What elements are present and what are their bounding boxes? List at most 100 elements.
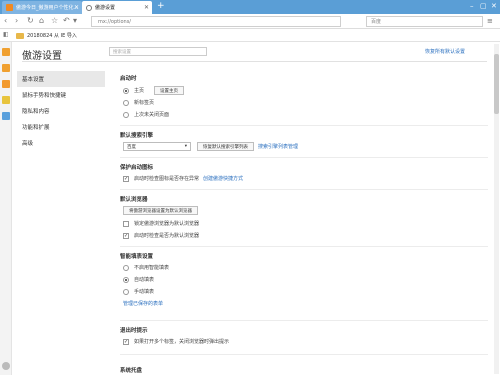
- section-title-startup: 启动时: [120, 76, 137, 82]
- header-divider: [22, 61, 487, 62]
- checkbox-label: 如果打开多个标签，关闭浏览器时弹出提示: [134, 339, 230, 345]
- section-divider: [120, 246, 488, 247]
- nav-item-features[interactable]: 功能和扩展: [17, 119, 105, 135]
- set-default-row: 将傲游浏览器设置为默认浏览器: [123, 206, 198, 215]
- section-divider: [120, 125, 488, 126]
- radio-button[interactable]: [123, 111, 129, 118]
- tab-maxthon-today[interactable]: 傲游今日_傲游用户个性化... ✕: [2, 1, 82, 14]
- back-icon[interactable]: ‹: [4, 17, 7, 25]
- scroll-thumb[interactable]: [494, 54, 499, 114]
- nav-item-privacy[interactable]: 隐私和内容: [17, 103, 105, 119]
- close-icon[interactable]: ✕: [144, 4, 149, 11]
- address-bar[interactable]: mx://options/: [91, 16, 341, 27]
- radio-label: 自动填表: [134, 277, 155, 283]
- radio-label: 手动填表: [134, 289, 155, 295]
- tab-title: 傲游设置: [95, 5, 116, 11]
- download-icon[interactable]: [2, 96, 10, 104]
- checkbox-label: 启动时检查是否为默认浏览器: [134, 233, 200, 239]
- section-divider: [120, 157, 488, 158]
- checkbox-checked[interactable]: ✓: [123, 232, 129, 239]
- chevron-down-icon: ▾: [184, 144, 187, 149]
- maximize-icon[interactable]: ▢: [480, 2, 487, 10]
- page-title: 傲游设置: [22, 51, 62, 62]
- check-icon-row[interactable]: ✓ 启动时检查图标是否存在异常 创建傲游快捷方式: [123, 175, 243, 182]
- navigation-bar: ‹ › ↻ ⌂ ☆ ↶ ▾ mx://options/ 百度 ≡: [0, 14, 500, 29]
- radio-new-tab[interactable]: 新标签页: [123, 99, 154, 106]
- maxthon-icon: [6, 4, 13, 11]
- restore-search-engines-button[interactable]: 恢复默认搜索引擎列表: [197, 142, 254, 151]
- section-title-default-browser: 默认浏览器: [120, 197, 148, 203]
- tab-strip: 傲游今日_傲游用户个性化... ✕ 傲游设置 ✕ + – ▢ ✕: [0, 0, 500, 14]
- checkbox[interactable]: [123, 220, 129, 227]
- lock-default-row[interactable]: 锁定傲游浏览器为默认浏览器: [123, 220, 199, 227]
- exit-prompt-row[interactable]: ✓ 如果打开多个标签，关闭浏览器时弹出提示: [123, 338, 229, 345]
- radio-label: 不启用智能填表: [134, 265, 170, 271]
- settings-nav: 基本设置 鼠标手势和快捷键 隐私和内容 功能和扩展 高级: [17, 71, 105, 151]
- section-title-search-engine: 默认搜索引擎: [120, 133, 154, 139]
- nav-item-basic[interactable]: 基本设置: [17, 71, 105, 87]
- radio-button[interactable]: [123, 264, 129, 271]
- favorite-icon[interactable]: ☆: [51, 17, 58, 25]
- settings-search-placeholder: 搜索设置: [113, 49, 131, 55]
- restore-defaults-link[interactable]: 恢复所有默认设置: [425, 48, 465, 55]
- set-home-button[interactable]: 设置主页: [154, 86, 185, 95]
- scrollbar[interactable]: [494, 44, 499, 374]
- folder-icon: [16, 32, 24, 39]
- manage-search-engines-link[interactable]: 搜索引擎列表管理: [258, 143, 298, 150]
- new-tab-button[interactable]: +: [157, 2, 165, 11]
- create-shortcut-link[interactable]: 创建傲游快捷方式: [203, 175, 243, 182]
- radio-form-manual[interactable]: 手动填表: [123, 288, 154, 295]
- manage-forms-link[interactable]: 管理已保存的表单: [123, 300, 163, 307]
- radio-form-auto[interactable]: 自动填表: [123, 276, 154, 283]
- radio-button[interactable]: [123, 276, 129, 283]
- refresh-icon[interactable]: ↻: [27, 17, 34, 25]
- menu-icon[interactable]: ≡: [487, 17, 493, 25]
- section-title-tray: 系统托盘: [120, 368, 143, 374]
- manage-forms-row: 管理已保存的表单: [123, 300, 163, 307]
- app-icon[interactable]: [2, 112, 10, 120]
- checkbox-label: 锁定傲游浏览器为默认浏览器: [134, 221, 200, 227]
- tab-title: 傲游今日_傲游用户个性化...: [16, 5, 79, 11]
- search-engine-select[interactable]: 百度 ▾: [123, 142, 191, 151]
- radio-homepage[interactable]: 主页 设置主页: [123, 86, 185, 95]
- settings-icon[interactable]: [2, 362, 10, 370]
- favorites-icon[interactable]: [2, 48, 10, 56]
- rss-icon[interactable]: [2, 80, 10, 88]
- radio-label: 主页: [134, 88, 145, 94]
- search-input[interactable]: 百度: [366, 16, 483, 27]
- minimize-icon[interactable]: –: [470, 2, 474, 10]
- bookmark-label: 20180824 从 IE 导入: [27, 33, 77, 39]
- search-engine-row: 百度 ▾ 恢复默认搜索引擎列表 搜索引擎列表管理: [123, 142, 298, 151]
- checkbox-checked[interactable]: ✓: [123, 338, 129, 345]
- settings-search-input[interactable]: 搜索设置: [109, 47, 207, 56]
- search-placeholder: 百度: [371, 19, 382, 25]
- nav-item-gestures[interactable]: 鼠标手势和快捷键: [17, 87, 105, 103]
- radio-button[interactable]: [123, 288, 129, 295]
- radio-button[interactable]: [123, 99, 129, 106]
- tab-settings[interactable]: 傲游设置 ✕: [82, 1, 152, 14]
- radio-button[interactable]: [123, 87, 129, 94]
- bookmark-folder[interactable]: 20180824 从 IE 导入: [16, 32, 77, 39]
- chevron-down-icon[interactable]: ▾: [73, 17, 77, 25]
- side-panel: [0, 42, 12, 375]
- checkbox-checked[interactable]: ✓: [123, 175, 129, 182]
- select-value: 百度: [127, 144, 136, 150]
- forward-icon[interactable]: ›: [15, 17, 18, 25]
- radio-label: 上次未关闭页面: [134, 112, 170, 118]
- close-icon[interactable]: ✕: [74, 4, 79, 11]
- bookmarks-bar: ◧ 20180824 从 IE 导入: [0, 29, 500, 42]
- section-divider: [120, 354, 488, 355]
- undo-icon[interactable]: ↶: [63, 17, 70, 25]
- notes-icon[interactable]: [2, 64, 10, 72]
- home-icon[interactable]: ⌂: [39, 17, 44, 25]
- check-default-row[interactable]: ✓ 启动时检查是否为默认浏览器: [123, 232, 199, 239]
- section-title-protect: 保护启动图标: [120, 165, 154, 171]
- set-default-browser-button[interactable]: 将傲游浏览器设置为默认浏览器: [123, 206, 198, 215]
- nav-item-advanced[interactable]: 高级: [17, 135, 105, 151]
- sidebar-toggle-icon[interactable]: ◧: [3, 31, 9, 39]
- close-window-icon[interactable]: ✕: [491, 2, 497, 10]
- radio-last-session[interactable]: 上次未关闭页面: [123, 111, 169, 118]
- gear-icon: [86, 4, 92, 11]
- radio-form-off[interactable]: 不启用智能填表: [123, 264, 169, 271]
- settings-page: 傲游设置 搜索设置 恢复所有默认设置 基本设置 鼠标手势和快捷键 隐私和内容 功…: [12, 42, 500, 375]
